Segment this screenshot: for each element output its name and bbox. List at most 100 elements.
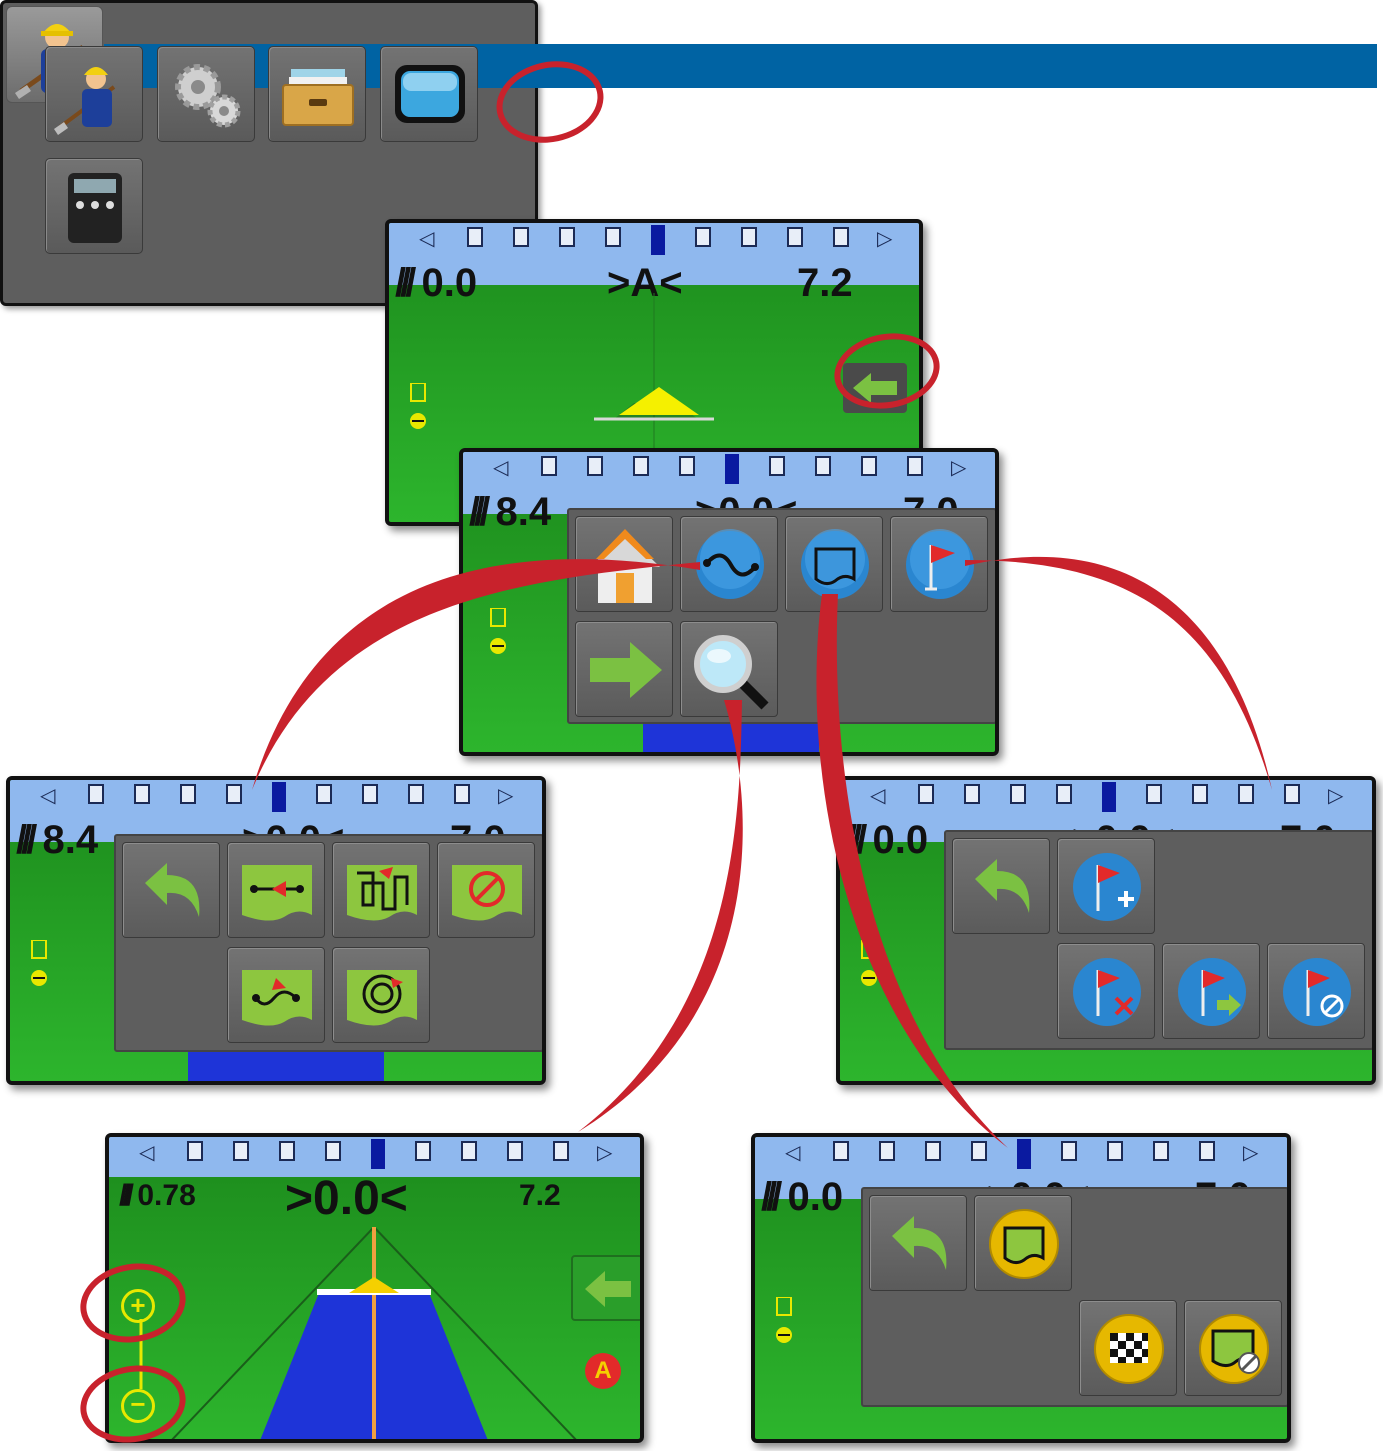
- back-icon: [975, 859, 1030, 913]
- point-a-label: A: [594, 1357, 612, 1384]
- finish-boundary-button[interactable]: [1079, 1300, 1177, 1396]
- cancel-boundary-button[interactable]: [1184, 1300, 1282, 1396]
- pivot-icon: [347, 970, 417, 1026]
- console-settings-button[interactable]: [380, 46, 478, 142]
- coverage-area: [643, 720, 819, 752]
- lightbar-left-arrow-icon: ◁: [493, 455, 509, 479]
- add-marker-icon: [1073, 853, 1141, 921]
- swath-number: 0.78: [137, 1179, 196, 1212]
- lightbar-left-arrow-icon: ◁: [40, 783, 56, 807]
- zoom-indicator-icon: [28, 939, 50, 1000]
- connector-zoom: [578, 700, 743, 1132]
- lightbar-right-arrow-icon: ▷: [597, 1140, 613, 1164]
- delete-marker-icon: [1073, 958, 1141, 1026]
- pivot-guidance-button[interactable]: [332, 947, 430, 1043]
- home-button[interactable]: [575, 516, 673, 612]
- lightbar-right-arrow-icon: ▷: [498, 783, 514, 807]
- lightbar-right-arrow-icon: ▷: [1328, 783, 1344, 807]
- swath-number: 8.4: [495, 490, 552, 534]
- zoom-button[interactable]: [680, 621, 778, 717]
- boundary-icon: [801, 529, 869, 599]
- cancel-return-icon: [1283, 958, 1351, 1026]
- left-arrow-icon: [585, 1271, 631, 1307]
- lightbar-right-arrow-icon: ▷: [1243, 1140, 1259, 1164]
- lightbar: ◁ ▷: [389, 225, 919, 255]
- no-guidance-button[interactable]: [437, 842, 535, 938]
- straight-ab-button[interactable]: [227, 842, 325, 938]
- lightbar-right-arrow-icon: ▷: [877, 226, 893, 250]
- calculator-icon: [68, 173, 122, 243]
- lightbar: ◁ ▷: [463, 454, 995, 484]
- adaptive-curve-button[interactable]: [332, 842, 430, 938]
- zoomed-field-view: [171, 1227, 577, 1439]
- next-page-button[interactable]: [575, 621, 673, 717]
- return-to-marker-icon: [1178, 958, 1246, 1026]
- farmer-icon: [54, 67, 116, 135]
- swath-number: 0.0: [787, 1175, 844, 1219]
- delete-marker-button[interactable]: [1057, 943, 1155, 1039]
- identical-curve-button[interactable]: [227, 947, 325, 1043]
- marker-submenu-panel: [944, 830, 1372, 1050]
- system-setup-button[interactable]: [157, 46, 255, 142]
- lightbar-left-arrow-icon: ◁: [139, 1140, 155, 1164]
- open-menu-button[interactable]: [571, 1255, 640, 1321]
- mark-boundary-icon: [989, 1209, 1059, 1279]
- lightbar-left-arrow-icon: ◁: [870, 783, 886, 807]
- nav-menu-screen: ◁ ▷ /// 8.4 >0.0< 7.0: [459, 448, 999, 756]
- lightbar: ◁ ▷: [109, 1139, 640, 1169]
- lightbar: ◁ ▷: [755, 1139, 1287, 1169]
- file-box-icon: [282, 69, 354, 126]
- cross-track-error: >0.0<: [285, 1172, 408, 1225]
- data-management-button[interactable]: [268, 46, 366, 142]
- guidance-mode-button[interactable]: [45, 46, 143, 142]
- back-button[interactable]: [952, 838, 1050, 934]
- return-to-marker-button[interactable]: [1162, 943, 1260, 1039]
- back-button[interactable]: [122, 842, 220, 938]
- swath-readout: /// 8.4: [469, 490, 552, 534]
- back-icon: [145, 863, 200, 917]
- straight-ab-icon: [242, 865, 312, 921]
- zoom-indicator-icon: [487, 607, 509, 668]
- tools-button[interactable]: [45, 158, 143, 254]
- home-icon: [590, 529, 660, 603]
- zoom-indicator-icon: [773, 1296, 795, 1357]
- lightbar-left-arrow-icon: ◁: [419, 226, 435, 250]
- no-guidance-icon: [452, 865, 522, 921]
- back-button[interactable]: [869, 1195, 967, 1291]
- boundary-menu-button[interactable]: [785, 516, 883, 612]
- add-marker-button[interactable]: [1057, 838, 1155, 934]
- connector-marker: [965, 556, 1272, 790]
- marker-submenu-screen: ◁ ▷ /// 0.0 >0.0< 7.0: [836, 776, 1376, 1085]
- guidance-menu-button[interactable]: [680, 516, 778, 612]
- zoom-indicator-icon: [407, 382, 429, 443]
- swath-readout: /// 0.78: [119, 1179, 196, 1212]
- nav-menu-panel: [567, 508, 995, 724]
- mark-boundary-button[interactable]: [974, 1195, 1072, 1291]
- guidance-submenu-screen: ◁ ▷ /// 8.4 >0.0< 7.0: [6, 776, 546, 1085]
- lightbar: ◁ ▷: [840, 782, 1372, 812]
- lightbar: ◁ ▷: [10, 782, 542, 812]
- next-arrow-icon: [590, 642, 662, 698]
- back-icon: [892, 1216, 947, 1270]
- boundary-submenu-panel: [861, 1187, 1287, 1407]
- coverage-area: [188, 1050, 384, 1081]
- gears-icon: [175, 64, 241, 128]
- zoom-icon: [694, 635, 769, 710]
- cancel-return-button[interactable]: [1267, 943, 1365, 1039]
- swath-readout: /// 8.4: [16, 818, 99, 862]
- swath-number: 8.4: [42, 818, 99, 862]
- speed-readout: 7.2: [519, 1179, 561, 1212]
- zoom-indicator-icon: [858, 939, 880, 1000]
- cancel-boundary-icon: [1199, 1314, 1269, 1384]
- zoom-screen: ◁ ▷ /// 0.78 >0.0< 7.2 A + −: [105, 1133, 644, 1443]
- point-a-marker: A: [585, 1353, 621, 1389]
- marker-menu-button[interactable]: [890, 516, 988, 612]
- display-icon: [395, 65, 465, 123]
- vehicle-icon: [619, 387, 699, 415]
- swath-readout: /// 0.0: [761, 1175, 844, 1219]
- identical-curve-icon: [242, 970, 312, 1026]
- adaptive-curve-icon: [347, 865, 417, 921]
- swath-readout: /// 0.0: [846, 818, 929, 862]
- marker-flag-icon: [906, 529, 974, 599]
- swath-number: 0.0: [872, 818, 929, 862]
